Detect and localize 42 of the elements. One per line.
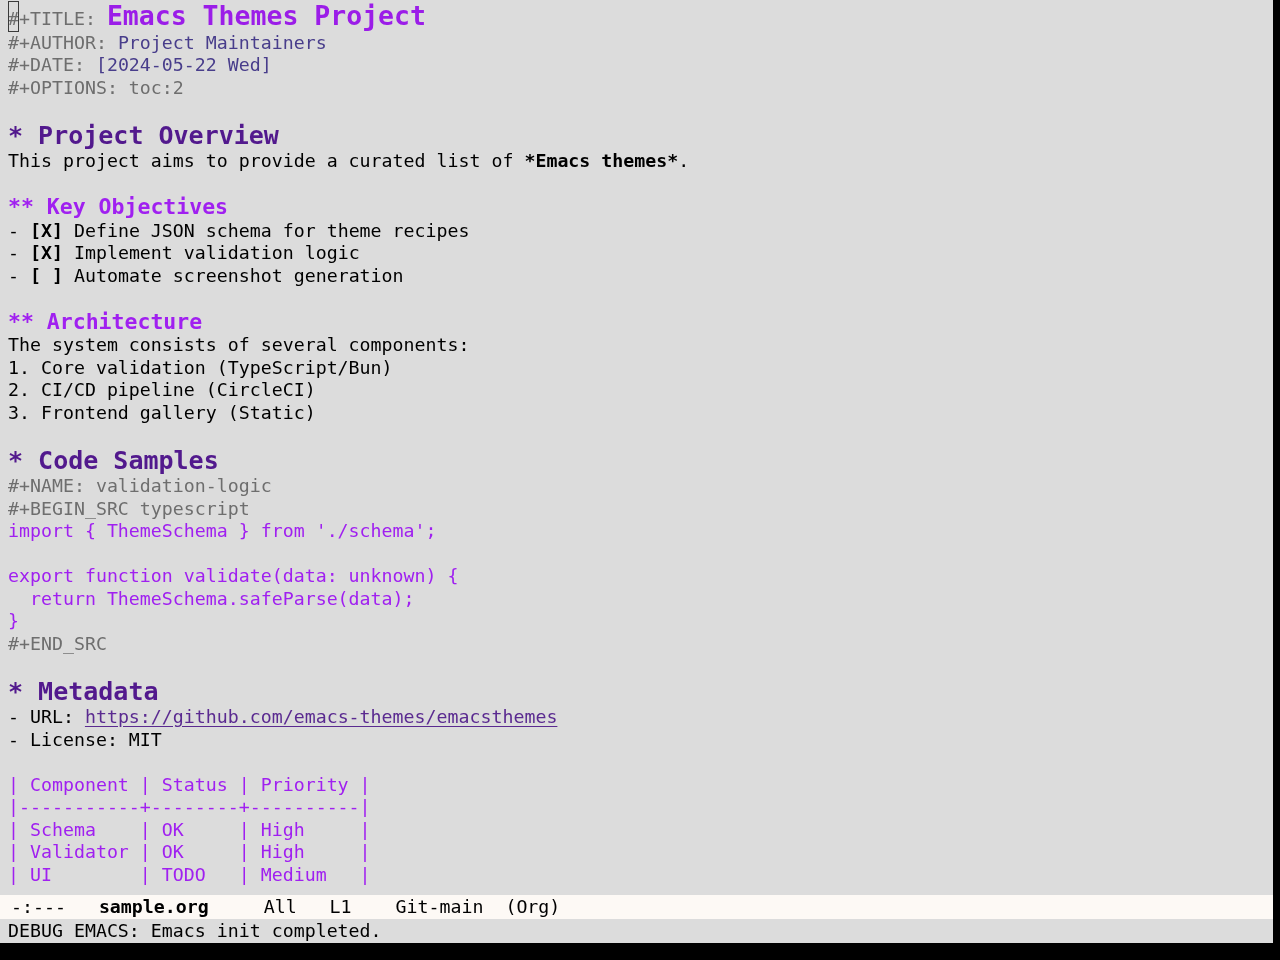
section-heading: ** Architecture	[8, 309, 203, 334]
git-branch: Git-main	[395, 895, 484, 920]
checklist-item: - [ ] Automate screenshot generation	[8, 264, 404, 287]
section-heading: * Code Samples	[8, 446, 219, 475]
code-line: export function validate(data: unknown) {	[8, 565, 459, 588]
section-heading: ** Key Objectives	[8, 195, 229, 220]
section-heading: * Project Overview	[8, 121, 279, 150]
major-mode: (Org)	[505, 895, 561, 920]
url-link[interactable]: https://github.com/emacs-themes/emacsthemes	[84, 706, 558, 727]
numbered-list-item: 2. CI/CD pipeline (CircleCI)	[8, 379, 316, 402]
keyword-label: #+OPTIONS:	[8, 76, 118, 98]
code-line: }	[8, 610, 19, 633]
author-name: Project Maintainers	[117, 31, 327, 53]
list-item: - URL: https://github.com/emacs-themes/emacsthemes	[8, 706, 558, 729]
keyword-label: #+AUTHOR:	[8, 31, 107, 53]
paragraph-text: The system consists of several components:	[8, 334, 470, 357]
date-value: [2024-05-22 Wed]	[95, 54, 272, 75]
table-header-row: | Component | Status | Priority |	[8, 773, 371, 796]
block-name-line: #+NAME: validation-logic	[8, 475, 272, 498]
numbered-list-item: 3. Frontend gallery (Static)	[8, 401, 316, 424]
table-divider: |-----------+--------+----------|	[8, 796, 371, 819]
numbered-list-item: 1. Core validation (TypeScript/Bun)	[8, 356, 393, 379]
table-row: | Validator | OK | High |	[8, 841, 371, 864]
buffer-status: -:---	[11, 895, 66, 920]
table-row: | Schema | OK | High |	[8, 818, 371, 841]
buffer-name: sample.org	[98, 895, 209, 920]
line-number: L1	[329, 895, 352, 920]
echo-area-message: DEBUG EMACS: Emacs init completed.	[8, 919, 382, 944]
document-title: Emacs Themes Project	[106, 0, 426, 31]
table-row: | UI | TODO | Medium |	[8, 863, 371, 886]
src-end-line: #+END_SRC	[8, 632, 107, 655]
scroll-position: All	[263, 895, 297, 920]
src-begin-line: #+BEGIN_SRC typescript	[8, 497, 250, 520]
paragraph-text: This project aims to provide a curated list of *Emacs themes*.	[8, 150, 690, 173]
keyword-label: #+DATE:	[8, 54, 85, 75]
code-line: import { ThemeSchema } from './schema';	[8, 520, 437, 543]
checklist-item: - [X] Define JSON schema for theme recipes	[8, 219, 470, 242]
section-heading: * Metadata	[8, 677, 159, 706]
checklist-item: - [X] Implement validation logic	[8, 242, 360, 265]
option-value: toc:2	[128, 76, 184, 98]
code-line: return ThemeSchema.safeParse(data);	[28, 587, 415, 610]
list-item: - License: MIT	[8, 728, 162, 751]
